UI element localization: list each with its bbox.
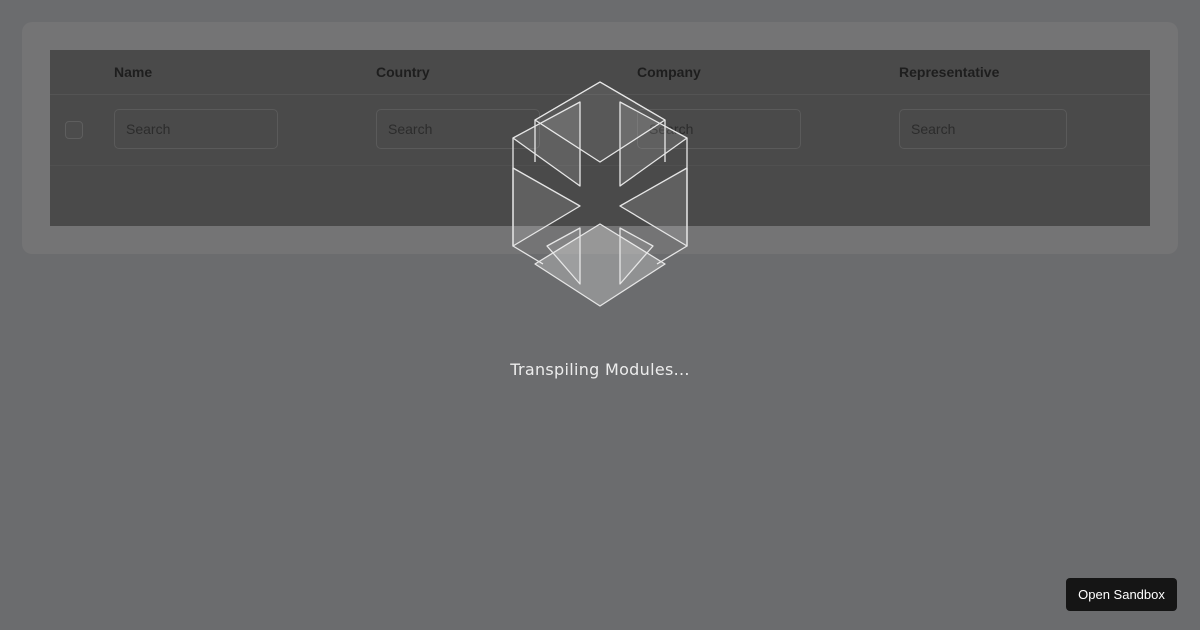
codesandbox-cube-icon — [512, 81, 688, 307]
loading-message: Transpiling Modules... — [510, 360, 690, 379]
loading-overlay: Transpiling Modules... — [0, 0, 1200, 630]
sandbox-preview: Name Country Company Representative Sear… — [0, 0, 1200, 630]
open-sandbox-button[interactable]: Open Sandbox — [1066, 578, 1177, 611]
